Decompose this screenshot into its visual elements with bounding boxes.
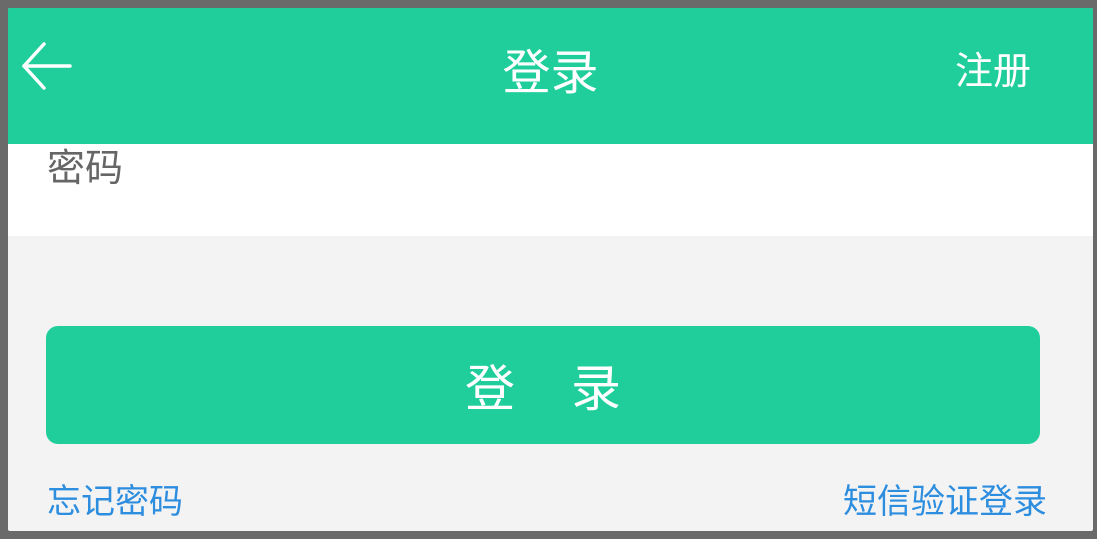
- password-row: 密码: [8, 144, 1093, 236]
- forgot-password-link[interactable]: 忘记密码: [47, 480, 183, 524]
- register-button[interactable]: 注册: [955, 8, 1031, 144]
- password-label: 密码: [47, 146, 124, 190]
- page-title: 登录: [502, 45, 599, 101]
- sms-login-link[interactable]: 短信验证登录: [843, 480, 1047, 524]
- nav-bar: 登录 注册: [8, 8, 1093, 144]
- login-button[interactable]: 登录: [46, 326, 1040, 444]
- back-button[interactable]: [18, 38, 74, 94]
- app-frame: 登录 注册 密码 登录 忘记密码 短信验证登录: [4, 4, 1097, 535]
- arrow-left-icon: [22, 42, 72, 90]
- password-input[interactable]: [168, 144, 1052, 206]
